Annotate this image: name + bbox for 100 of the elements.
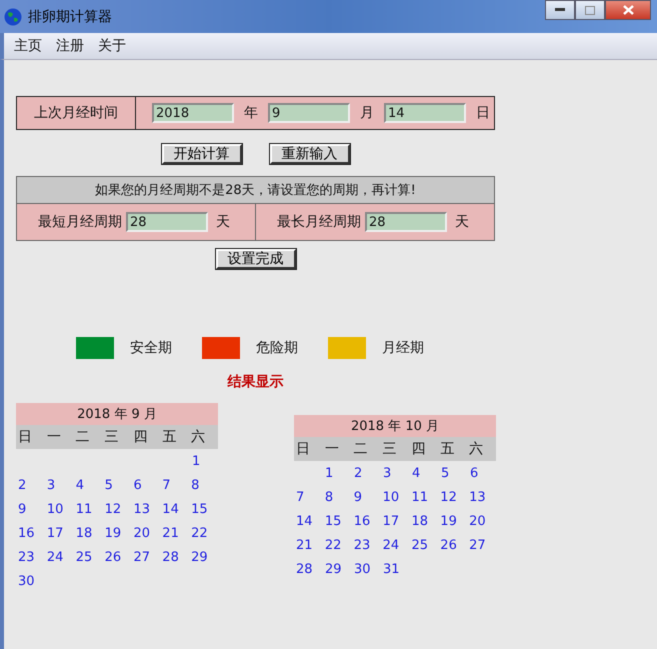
day-number: 26 [104, 550, 122, 565]
globe-icon [4, 8, 22, 26]
day-number: 24 [382, 538, 400, 553]
day-number: 13 [133, 502, 150, 517]
day-number: 17 [46, 526, 64, 541]
day-number: 21 [162, 526, 179, 541]
unit-label: 月 [359, 104, 375, 122]
weekday-label: 五 [439, 440, 456, 458]
weekday-label: 一 [46, 428, 62, 446]
day-number: 7 [296, 490, 304, 505]
day-number: 25 [76, 550, 92, 565]
field-label: 最短月经周期 [38, 213, 122, 231]
day-number: 3 [46, 478, 56, 493]
legend-label: 危险期 [256, 339, 298, 357]
day-number: 15 [324, 514, 342, 529]
day-number: 28 [296, 562, 313, 577]
day-number: 5 [441, 466, 450, 481]
day-number: 13 [469, 490, 486, 505]
day-number: 6 [133, 478, 142, 493]
weekday-label: 四 [410, 440, 426, 458]
notice-text: 如果您的月经周期不是28天，请设置您的周期，再计算! [17, 177, 494, 204]
day-number: 20 [469, 514, 486, 529]
month-title: 2018 年 10 月 [294, 415, 496, 437]
unit-label: 天 [454, 213, 470, 231]
weekday-label: 日 [17, 428, 33, 446]
day-number: 19 [104, 526, 122, 541]
day-number: 2 [18, 478, 26, 493]
legend-label: 月经期 [382, 339, 424, 357]
day-number: 5 [104, 478, 113, 493]
day-number: 21 [296, 538, 313, 553]
day-number: 15 [191, 502, 208, 517]
weekday-label: 三 [382, 440, 398, 458]
day-number: 8 [324, 490, 334, 505]
day-number: 10 [46, 502, 64, 517]
year-field[interactable]: 2018 [152, 103, 234, 123]
day-number: 1 [325, 466, 334, 481]
field-label: 上次月经时间 [17, 97, 136, 129]
day-number: 25 [411, 538, 428, 553]
month-title: 2018 年 9 月 [16, 403, 218, 425]
result-title: 结果显示 [226, 373, 284, 391]
weekday-label: 三 [104, 428, 120, 446]
day-number: 3 [383, 466, 392, 481]
weekday-label: 五 [161, 428, 178, 446]
weekday-label: 一 [324, 440, 340, 458]
menu-item[interactable]: 关于 [98, 37, 126, 55]
weekday-label: 六 [190, 428, 206, 446]
day-number: 19 [440, 514, 457, 529]
weekday-label: 四 [132, 428, 148, 446]
day-number: 27 [133, 550, 150, 565]
close-button[interactable] [605, 0, 651, 20]
close-icon [622, 5, 634, 15]
day-number: 24 [46, 550, 64, 565]
day-number: 22 [191, 526, 208, 541]
field-label: 最长月经周期 [277, 213, 361, 231]
day-number: 30 [18, 574, 35, 589]
day-number: 4 [412, 466, 420, 481]
day-number: 12 [440, 490, 457, 505]
day-number: 11 [411, 490, 428, 505]
maximize-button[interactable] [575, 0, 605, 20]
day-field[interactable]: 14 [384, 103, 466, 123]
day-number: 16 [354, 514, 370, 529]
day-number: 27 [469, 538, 486, 553]
day-number: 20 [133, 526, 150, 541]
shortest-cycle-field[interactable]: 28 [126, 212, 208, 232]
day-number: 29 [191, 550, 208, 565]
day-number: 9 [354, 490, 362, 505]
day-number: 23 [18, 550, 35, 565]
day-number: 11 [76, 502, 92, 517]
day-number: 2 [354, 466, 362, 481]
menu-item[interactable]: 注册 [56, 37, 84, 55]
legend-label: 安全期 [130, 339, 172, 357]
month-field[interactable]: 9 [268, 103, 350, 123]
day-number: 10 [382, 490, 400, 505]
done-button[interactable]: 设置完成 [216, 249, 296, 269]
day-number: 14 [162, 502, 179, 517]
minimize-icon [555, 8, 565, 12]
day-number: 7 [162, 478, 171, 493]
calculate-button[interactable]: 开始计算 [162, 144, 242, 164]
day-number: 1 [192, 454, 200, 469]
longest-cycle-field[interactable]: 28 [365, 212, 447, 232]
maximize-icon [585, 6, 595, 14]
day-number: 12 [104, 502, 122, 517]
day-number: 18 [76, 526, 92, 541]
day-number: 28 [162, 550, 179, 565]
day-number: 8 [191, 478, 200, 493]
day-number: 16 [18, 526, 35, 541]
day-number: 14 [296, 514, 313, 529]
day-number: 18 [411, 514, 428, 529]
menu-item[interactable]: 主页 [14, 37, 42, 55]
day-number: 26 [440, 538, 457, 553]
unit-label: 年 [243, 104, 259, 122]
reset-button[interactable]: 重新输入 [270, 144, 350, 164]
day-number: 6 [470, 466, 478, 481]
day-number: 30 [354, 562, 371, 577]
day-number: 9 [18, 502, 26, 517]
day-number: 31 [383, 562, 400, 577]
weekday-label: 六 [468, 440, 484, 458]
weekday-label: 二 [74, 428, 91, 446]
day-number: 29 [325, 562, 342, 577]
minimize-button[interactable] [545, 0, 575, 20]
